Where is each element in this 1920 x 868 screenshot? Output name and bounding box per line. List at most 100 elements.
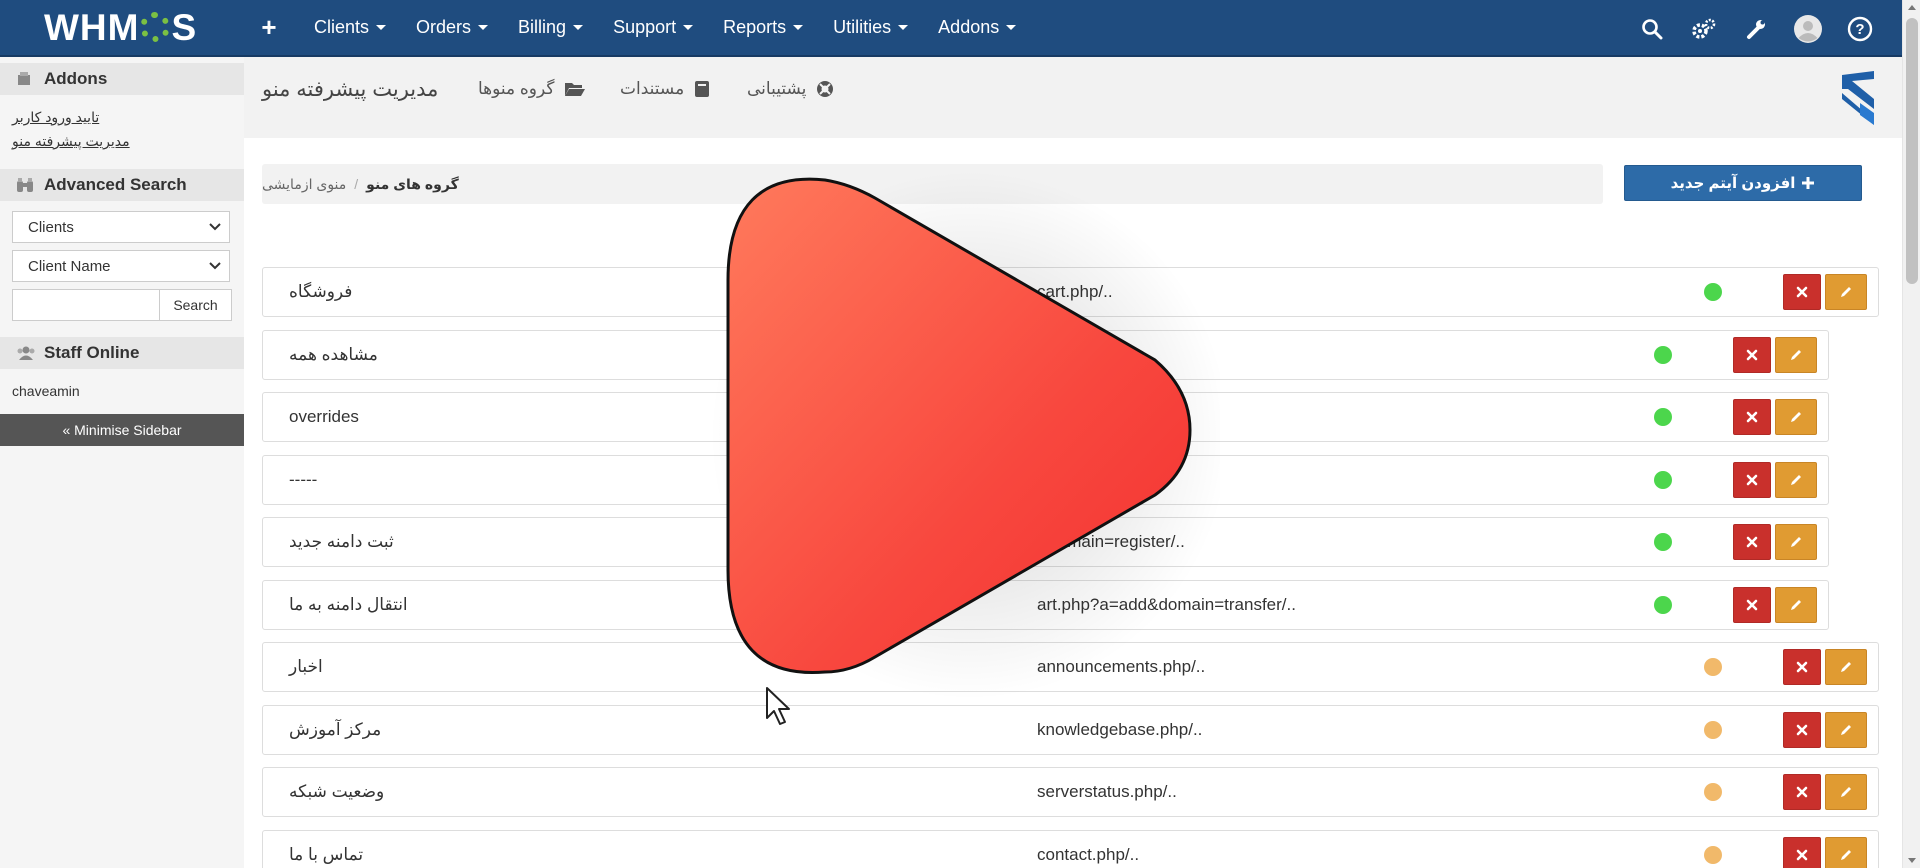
chevron-down-icon xyxy=(209,262,221,270)
minimise-sidebar-button[interactable]: « Minimise Sidebar xyxy=(0,414,244,446)
breadcrumb-menu-groups[interactable]: گروه های منو xyxy=(366,176,459,193)
help-icon[interactable]: ? xyxy=(1834,0,1886,57)
addons-links: تایید ورود کاربر مدیریت پیشرفته منو xyxy=(0,95,244,163)
delete-button[interactable] xyxy=(1783,774,1821,810)
quick-add-plus-icon[interactable]: + xyxy=(254,12,284,43)
delete-button[interactable] xyxy=(1733,524,1771,560)
search-input[interactable] xyxy=(12,289,160,321)
status-indicator xyxy=(1704,658,1722,676)
add-new-item-button[interactable]: افزودن آیتم جدید xyxy=(1624,165,1862,201)
search-row: Search xyxy=(12,289,232,321)
menu-item-name: مشاهده همه xyxy=(289,345,378,364)
scroll-down-arrow-icon[interactable] xyxy=(1908,858,1916,863)
menu-item-name: مرکز آموزش xyxy=(289,720,382,739)
whmcs-logo[interactable]: WHM S xyxy=(44,7,204,48)
menu-item-name: انتقال دامنه به ما xyxy=(289,595,408,614)
menu-reports[interactable]: Reports xyxy=(708,0,818,56)
search-icon[interactable] xyxy=(1626,0,1678,57)
menu-support-label: Support xyxy=(613,17,677,37)
caret-down-icon xyxy=(683,25,694,30)
scroll-up-arrow-icon[interactable] xyxy=(1908,5,1916,10)
menu-support[interactable]: Support xyxy=(598,0,708,56)
link-support[interactable]: پشتیبانی xyxy=(747,79,834,99)
link-menu-groups[interactable]: گروه منوها xyxy=(478,79,586,99)
link-documentation[interactable]: مستندات xyxy=(620,79,710,99)
edit-button[interactable] xyxy=(1825,649,1867,685)
sidebar: Addons تایید ورود کاربر مدیریت پیشرفته م… xyxy=(0,57,244,868)
delete-button[interactable] xyxy=(1783,274,1821,310)
edit-button[interactable] xyxy=(1825,274,1867,310)
status-indicator xyxy=(1654,596,1672,614)
wrench-icon[interactable] xyxy=(1730,0,1782,57)
mouse-cursor-icon xyxy=(765,686,795,733)
sidebar-link-menu-manager[interactable]: مدیریت پیشرفته منو xyxy=(12,129,232,153)
menu-item-name: فروشگاه xyxy=(289,282,353,301)
delete-button[interactable] xyxy=(1733,462,1771,498)
pencil-icon xyxy=(1841,287,1851,297)
edit-button[interactable] xyxy=(1775,524,1817,560)
menu-utilities[interactable]: Utilities xyxy=(818,0,923,56)
close-icon xyxy=(1796,286,1808,298)
edit-button[interactable] xyxy=(1825,712,1867,748)
cogs-icon[interactable] xyxy=(1678,0,1730,57)
menu-addons-label: Addons xyxy=(938,17,1000,37)
book-icon xyxy=(695,81,710,97)
navbar-right-icons: ? xyxy=(1626,0,1886,57)
edit-button[interactable] xyxy=(1825,837,1867,868)
menu-item-name: وضعیت شبکه xyxy=(289,782,385,801)
search-field-select[interactable]: Client Name xyxy=(12,250,230,282)
menu-orders-label: Orders xyxy=(416,17,472,37)
video-play-overlay[interactable] xyxy=(700,160,1230,700)
menu-orders[interactable]: Orders xyxy=(401,0,503,56)
pencil-icon xyxy=(1841,662,1851,672)
status-indicator xyxy=(1654,471,1672,489)
scrollbar-thumb[interactable] xyxy=(1906,18,1918,284)
delete-button[interactable] xyxy=(1783,712,1821,748)
status-indicator xyxy=(1654,408,1672,426)
search-button[interactable]: Search xyxy=(160,289,232,321)
add-new-item-label: افزودن آیتم جدید xyxy=(1670,175,1796,192)
close-icon xyxy=(1746,536,1758,548)
menu-addons[interactable]: Addons xyxy=(923,0,1031,56)
edit-button[interactable] xyxy=(1775,462,1817,498)
user-avatar-icon[interactable] xyxy=(1782,0,1834,57)
edit-button[interactable] xyxy=(1775,337,1817,373)
menu-reports-label: Reports xyxy=(723,17,787,37)
advanced-search-heading-text: Advanced Search xyxy=(44,175,187,194)
menu-item-row: مرکز آموزش knowledgebase.php/.. xyxy=(262,705,1879,755)
search-type-value: Clients xyxy=(28,218,74,236)
sidebar-heading-addons: Addons xyxy=(0,63,244,95)
menu-billing[interactable]: Billing xyxy=(503,0,598,56)
plus-icon xyxy=(1802,177,1815,189)
status-indicator xyxy=(1654,346,1672,364)
edit-button[interactable] xyxy=(1775,587,1817,623)
breadcrumb-separator: / xyxy=(354,176,359,192)
search-type-select[interactable]: Clients xyxy=(12,211,230,243)
delete-button[interactable] xyxy=(1733,337,1771,373)
pencil-icon xyxy=(1791,600,1801,610)
close-icon xyxy=(1796,849,1808,861)
menu-item-name: اخبار xyxy=(289,657,323,676)
delete-button[interactable] xyxy=(1733,587,1771,623)
delete-button[interactable] xyxy=(1783,837,1821,868)
pencil-icon xyxy=(1841,850,1851,860)
page-scrollbar[interactable] xyxy=(1902,0,1920,868)
sidebar-link-login-confirm[interactable]: تایید ورود کاربر xyxy=(12,105,232,129)
close-icon xyxy=(1746,474,1758,486)
menu-clients[interactable]: Clients xyxy=(299,0,401,56)
status-indicator xyxy=(1704,846,1722,864)
breadcrumb-current: منوی ازمایشی xyxy=(262,175,347,192)
edit-button[interactable] xyxy=(1825,774,1867,810)
play-icon xyxy=(710,170,1230,700)
delete-button[interactable] xyxy=(1783,649,1821,685)
edit-button[interactable] xyxy=(1775,399,1817,435)
caret-down-icon xyxy=(478,25,489,30)
status-indicator xyxy=(1704,721,1722,739)
delete-button[interactable] xyxy=(1733,399,1771,435)
menu-item-row: وضعیت شبکه serverstatus.php/.. xyxy=(262,767,1879,817)
pencil-icon xyxy=(1841,725,1851,735)
pencil-icon xyxy=(1841,787,1851,797)
link-documentation-label: مستندات xyxy=(620,79,685,98)
status-indicator xyxy=(1654,533,1672,551)
menu-item-row: تماس با ما contact.php/.. xyxy=(262,830,1879,868)
